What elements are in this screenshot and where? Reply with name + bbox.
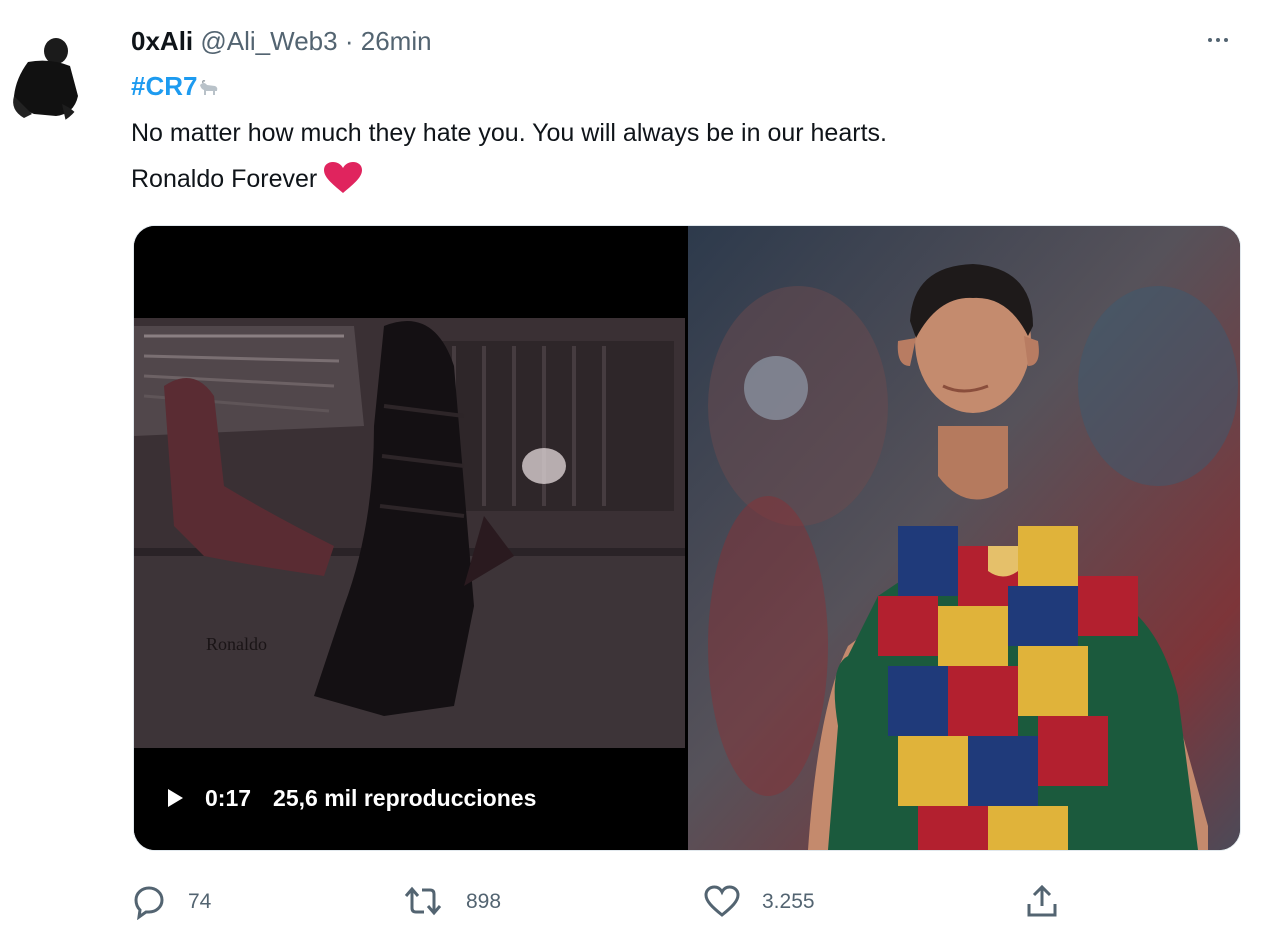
retweet-count: 898 xyxy=(466,890,502,913)
share-icon[interactable] xyxy=(1022,884,1062,920)
tweet[interactable]: 0xAli @Ali_Web3 · 26min #CR7 No matter h… xyxy=(0,0,1280,931)
hashtag-link[interactable]: #CR7 xyxy=(131,71,220,101)
media-grid: Ronaldo 0:17 25,6 mil reproducciones xyxy=(133,225,1241,851)
retweet-icon[interactable] xyxy=(400,884,446,920)
reply-count: 74 xyxy=(188,890,212,913)
retweet-button[interactable]: 898 xyxy=(400,880,501,924)
photo[interactable] xyxy=(688,226,1240,850)
reply-button[interactable]: 74 xyxy=(130,880,211,924)
play-icon[interactable] xyxy=(168,789,183,807)
timestamp[interactable]: 26min xyxy=(361,26,432,56)
red-heart-emoji-icon xyxy=(323,161,363,195)
video-info: 0:17 25,6 mil reproducciones xyxy=(168,782,536,814)
user-handle[interactable]: @Ali_Web3 xyxy=(200,26,337,56)
more-options-icon[interactable] xyxy=(1196,28,1240,52)
video-watermark: Ronaldo xyxy=(206,634,267,654)
tweet-text-line-1: No matter how much they hate you. You wi… xyxy=(131,119,887,147)
tweet-text-line-2-text: Ronaldo Forever xyxy=(131,165,318,193)
like-button[interactable]: 3.255 xyxy=(702,880,815,924)
reply-icon[interactable] xyxy=(130,884,168,920)
goat-emoji-icon xyxy=(198,73,220,95)
video-player[interactable]: Ronaldo 0:17 25,6 mil reproducciones xyxy=(134,226,685,850)
tweet-actions: 74 898 3.255 xyxy=(130,880,1130,924)
video-views: 25,6 mil reproducciones xyxy=(273,784,537,811)
separator-dot: · xyxy=(344,26,354,56)
tweet-header: 0xAli @Ali_Web3 · 26min xyxy=(131,26,432,56)
share-button[interactable] xyxy=(1022,880,1062,924)
display-name[interactable]: 0xAli xyxy=(131,26,193,56)
avatar[interactable] xyxy=(4,18,84,126)
hashtag-text[interactable]: #CR7 xyxy=(131,71,197,101)
video-duration: 0:17 xyxy=(205,784,252,811)
heart-icon[interactable] xyxy=(702,884,742,920)
like-count: 3.255 xyxy=(762,890,815,913)
tweet-text-line-2: Ronaldo Forever xyxy=(131,161,363,195)
